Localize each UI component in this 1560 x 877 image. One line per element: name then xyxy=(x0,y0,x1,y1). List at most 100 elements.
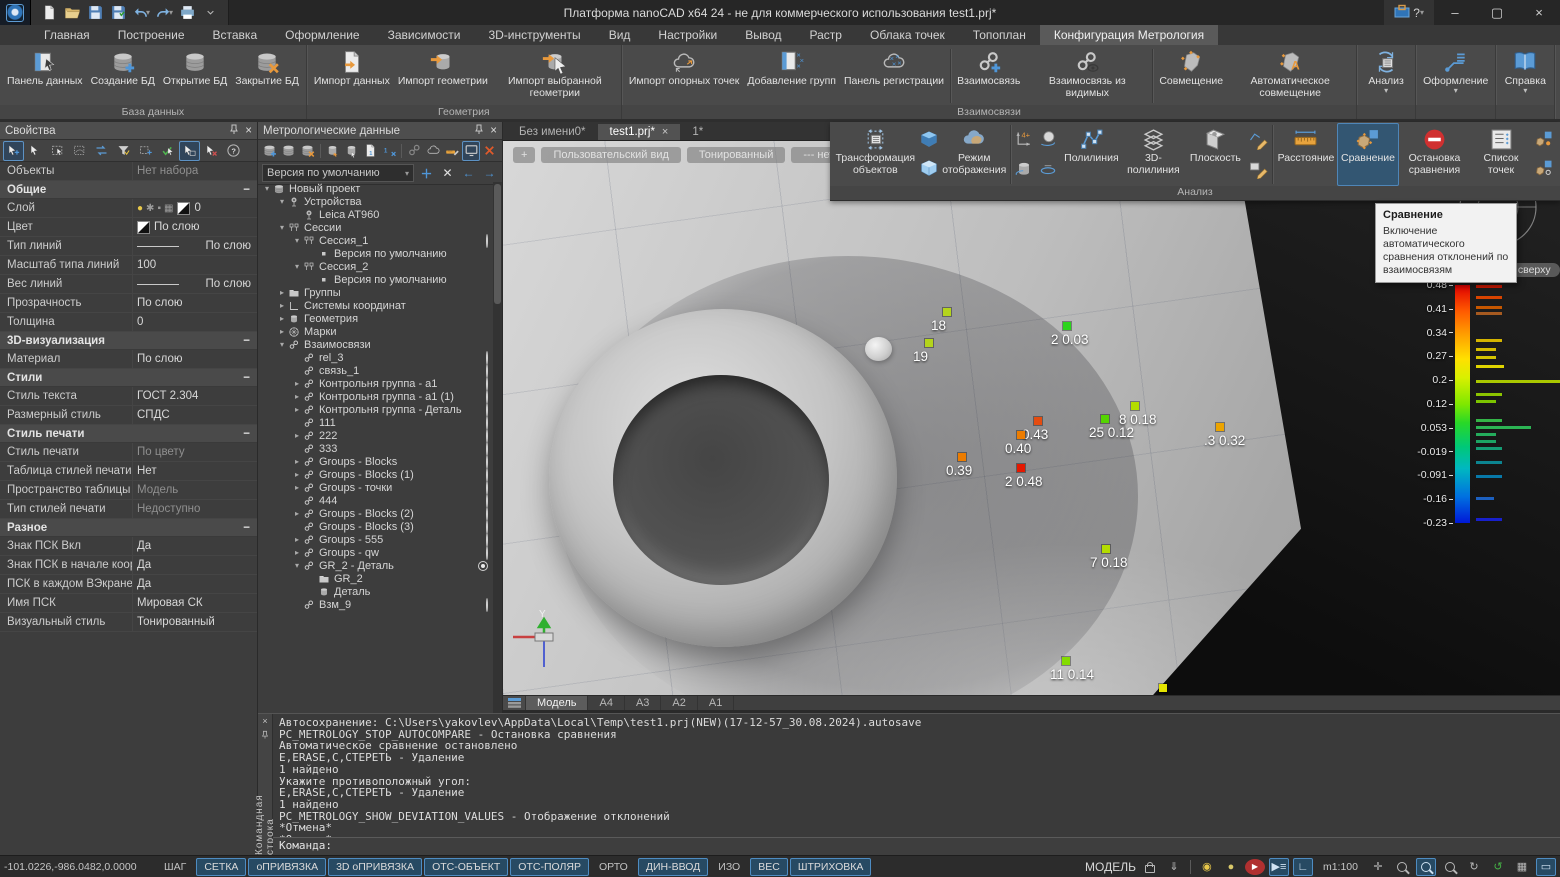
ribbon-button-совмещение[interactable]: Совмещение xyxy=(1155,47,1227,105)
tree-item-марки[interactable]: ▸Марки xyxy=(258,325,502,338)
select-button[interactable] xyxy=(25,141,46,161)
command-input[interactable]: Команда: xyxy=(273,837,1560,855)
expand-arrow-icon[interactable]: ▸ xyxy=(277,314,287,323)
pencil-plane-button[interactable] xyxy=(1248,159,1268,179)
expand-arrow-icon[interactable]: ▸ xyxy=(292,392,302,401)
layout-tab-a4[interactable]: A4 xyxy=(588,696,624,710)
visibility-indicator[interactable] xyxy=(486,365,488,377)
property-value[interactable]: Да xyxy=(132,556,257,574)
tree-item-groups-qw[interactable]: ▸Groups - qw xyxy=(258,546,502,559)
save-all-button[interactable] xyxy=(108,3,128,22)
toggle-опривязка[interactable]: оПРИВЯЗКА xyxy=(248,858,326,876)
collapse-arrow-icon[interactable]: ▾ xyxy=(277,340,287,349)
tree-item-версия-по-умолчанию[interactable]: Версия по умолчанию xyxy=(258,247,502,260)
tree-item-взм-9[interactable]: Взм_9 xyxy=(258,598,502,611)
tree-item-gr-2-деталь[interactable]: ▾GR_2 - Деталь xyxy=(258,559,502,572)
toggle-вес[interactable]: ВЕС xyxy=(750,858,788,876)
property-value[interactable]: Да xyxy=(132,537,257,555)
visibility-indicator[interactable] xyxy=(486,235,488,247)
tree-item-leica-at960[interactable]: Leica AT960 xyxy=(258,208,502,221)
tree-item-сессия-2[interactable]: ▾Сессия_2 xyxy=(258,260,502,273)
analysis-button-расстояние[interactable]: Расстояние xyxy=(1275,123,1337,186)
toggle-3d-опривязка[interactable]: 3D оПРИВЯЗКА xyxy=(328,858,422,876)
tree-item-groups-точки[interactable]: ▸Groups - точки xyxy=(258,481,502,494)
tree-item-groups-555[interactable]: ▸Groups - 555 xyxy=(258,533,502,546)
minimize-button[interactable]: – xyxy=(1434,0,1476,25)
close-red-button[interactable] xyxy=(481,141,499,161)
ribbon-button-взаимосвязь-из-видимых[interactable]: Взаимосвязь из видимых xyxy=(1024,47,1150,105)
maximize-button[interactable]: ▢ xyxy=(1476,0,1518,25)
ribbon-button-импорт-данных[interactable]: Импорт данных xyxy=(310,47,394,105)
collapse-icon[interactable]: − xyxy=(243,335,250,347)
dropdown-caret-icon[interactable]: ▾ xyxy=(169,8,173,17)
pencil-poly-button[interactable] xyxy=(1248,130,1268,150)
analysis-button-список-точек[interactable]: Список точек xyxy=(1470,123,1532,186)
visibility-indicator[interactable] xyxy=(486,482,488,494)
property-section-3d-визуализация[interactable]: 3D-визуализация− xyxy=(0,332,257,350)
toggle-изо[interactable]: ИЗО xyxy=(710,858,748,876)
ribbon-tab-вывод[interactable]: Вывод xyxy=(731,25,795,45)
property-value[interactable]: Недоступно xyxy=(132,500,257,518)
help-button[interactable]: ? xyxy=(223,141,244,161)
measure-button[interactable] xyxy=(443,141,461,161)
tree-item-444[interactable]: 444 xyxy=(258,494,502,507)
property-section-разное[interactable]: Разное− xyxy=(0,519,257,537)
cube-bottom-button[interactable] xyxy=(919,159,939,179)
property-value[interactable]: По слою xyxy=(132,294,257,312)
tree-item-333[interactable]: 333 xyxy=(258,442,502,455)
ribbon-tab-зависимости[interactable]: Зависимости xyxy=(374,25,475,45)
collapse-arrow-icon[interactable]: ▾ xyxy=(292,262,302,271)
pin-icon[interactable] xyxy=(261,728,269,742)
visibility-indicator[interactable] xyxy=(486,430,488,442)
toggle-дин-ввод[interactable]: ДИН-ВВОД xyxy=(638,858,708,876)
property-value[interactable]: 100 xyxy=(132,256,257,274)
visibility-indicator[interactable] xyxy=(486,352,488,364)
ring-small-button[interactable] xyxy=(1038,159,1058,179)
swap-selection-button[interactable] xyxy=(91,141,112,161)
tree-item-111[interactable]: 111 xyxy=(258,416,502,429)
visibility-indicator[interactable] xyxy=(486,495,488,507)
ribbon-button-создание-бд[interactable]: Создание БД xyxy=(87,47,159,105)
toggle-отс-поляр[interactable]: ОТС-ПОЛЯР xyxy=(510,858,589,876)
property-value[interactable]: Модель xyxy=(132,481,257,499)
selection-filter-button[interactable] xyxy=(113,141,134,161)
collapse-arrow-icon[interactable]: ▾ xyxy=(277,197,287,206)
ribbon-button-взаимосвязь[interactable]: Взаимосвязь xyxy=(953,47,1024,105)
db-close-x-button[interactable] xyxy=(299,141,317,161)
expand-arrow-icon[interactable]: ▸ xyxy=(292,548,302,557)
ribbon-tab-облака-точек[interactable]: Облака точек xyxy=(856,25,959,45)
visibility-indicator[interactable] xyxy=(486,443,488,455)
more-button[interactable] xyxy=(200,3,220,22)
property-value[interactable]: Нет набора xyxy=(132,162,257,180)
layer-plot-icon[interactable]: ▦ xyxy=(164,203,173,214)
viewport-control-тонированный[interactable]: Тонированный xyxy=(687,147,785,163)
monitor-button[interactable] xyxy=(462,141,480,161)
select-add-button[interactable] xyxy=(3,141,24,161)
property-value[interactable]: Да xyxy=(132,575,257,593)
ribbon-tab-настройки[interactable]: Настройки xyxy=(644,25,731,45)
tree-item-rel-3[interactable]: rel_3 xyxy=(258,351,502,364)
toggle-штриховка[interactable]: ШТРИХОВКА xyxy=(790,858,872,876)
tree-item-контрольня-группа-a1[interactable]: ▸Контрольня группа - a1 xyxy=(258,377,502,390)
pick-clear-button[interactable] xyxy=(201,141,222,161)
analysis-button-полилиния[interactable]: Полилиния xyxy=(1060,123,1122,186)
help-button[interactable]: ? xyxy=(1413,6,1420,20)
ribbon-button-открытие-бд[interactable]: Открытие БД xyxy=(159,47,231,105)
property-section-общие[interactable]: Общие− xyxy=(0,181,257,199)
collapse-arrow-icon[interactable]: ▾ xyxy=(292,561,302,570)
app-logo-icon[interactable] xyxy=(0,0,31,25)
import-in-button[interactable] xyxy=(324,141,342,161)
tree-item-контрольня-группа-a1-1[interactable]: ▸Контрольня группа - a1 (1) xyxy=(258,390,502,403)
close-panel-icon[interactable]: × xyxy=(490,125,497,137)
save-button[interactable] xyxy=(85,3,105,22)
expand-arrow-icon[interactable]: ▸ xyxy=(292,509,302,518)
property-value[interactable]: По слою xyxy=(132,218,257,236)
visibility-indicator[interactable] xyxy=(486,391,488,403)
visibility-indicator[interactable] xyxy=(486,378,488,390)
close-panel-icon[interactable]: × xyxy=(245,125,252,137)
tree-item-сессия-1[interactable]: ▾Сессия_1 xyxy=(258,234,502,247)
tree-item-взаимосвязи[interactable]: ▾Взаимосвязи xyxy=(258,338,502,351)
cloud-button[interactable] xyxy=(424,141,442,161)
sphere-small-button[interactable] xyxy=(1038,130,1058,150)
tree-scrollbar[interactable] xyxy=(493,182,502,713)
